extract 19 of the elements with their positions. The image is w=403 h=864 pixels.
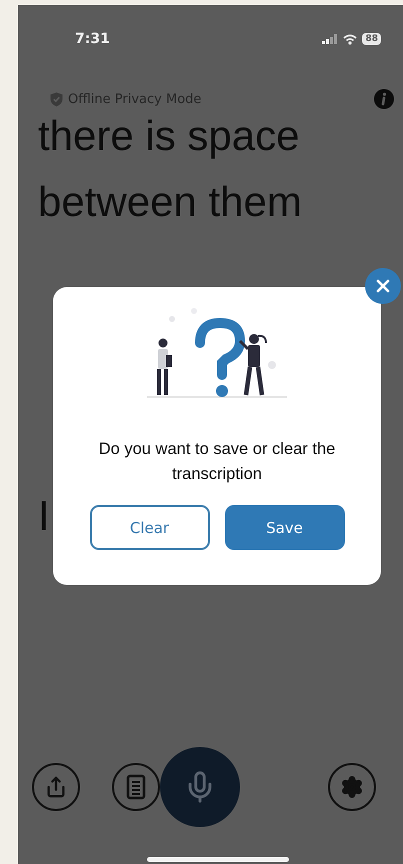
- save-button[interactable]: Save: [224, 505, 344, 550]
- shield-check-icon: [50, 92, 63, 106]
- dialog-message: Do you want to save or clear the transcription: [98, 439, 336, 485]
- transcript-line: between them: [38, 177, 302, 227]
- status-time: 7:31: [75, 31, 110, 47]
- document-icon: [126, 774, 146, 800]
- info-icon[interactable]: [374, 89, 394, 109]
- transcript-line: there is space: [38, 111, 300, 161]
- clear-button[interactable]: Clear: [90, 505, 210, 550]
- document-button[interactable]: [112, 763, 160, 811]
- close-icon: [376, 279, 390, 293]
- share-button[interactable]: [32, 763, 80, 811]
- transcript-line: I: [38, 491, 50, 541]
- close-button[interactable]: [365, 268, 401, 304]
- wifi-icon: [343, 34, 358, 44]
- battery-level: 88: [362, 33, 381, 45]
- settings-button[interactable]: [328, 763, 376, 811]
- signal-icon: [322, 34, 338, 44]
- share-icon: [45, 776, 67, 798]
